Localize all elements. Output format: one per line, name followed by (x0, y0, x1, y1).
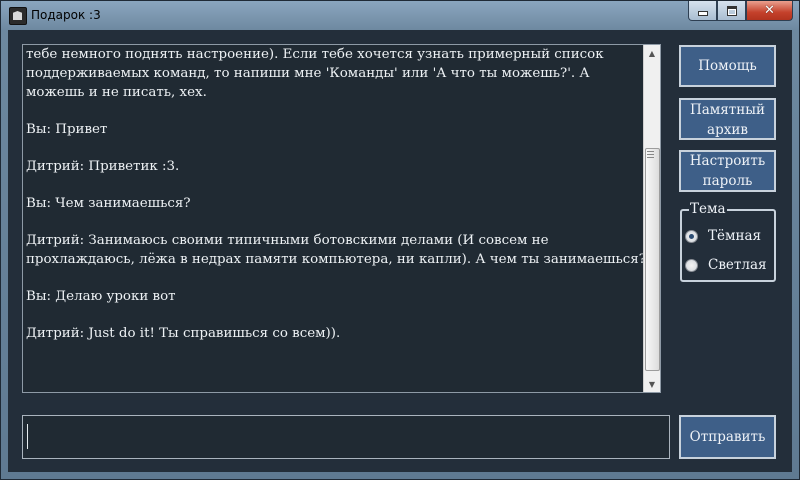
archive-label-line1: Памятный (689, 101, 766, 118)
client-area: тебе немного поднять настроение). Если т… (8, 30, 792, 472)
chat-message: Вы: Делаю уроки вот (26, 289, 176, 304)
app-window: Подарок :3 ✕ тебе немного поднять настро… (0, 0, 800, 480)
chat-message: Вы: Привет (26, 122, 108, 137)
scroll-grip-icon (647, 151, 654, 159)
close-icon: ✕ (764, 3, 775, 18)
chat-message: Дитрий: Приветик :3. (26, 159, 180, 174)
password-label-line2: пароль (702, 173, 753, 189)
close-button[interactable]: ✕ (746, 1, 793, 21)
send-button[interactable]: Отправить (679, 415, 776, 459)
memory-archive-button[interactable]: Памятный архив (679, 98, 776, 140)
title-bar[interactable]: Подарок :3 ✕ (1, 1, 799, 29)
help-button-label: Помощь (698, 58, 757, 74)
triangle-down-icon: ▼ (648, 379, 656, 389)
scroll-thumb[interactable] (645, 148, 660, 371)
maximize-button[interactable] (717, 1, 746, 21)
archive-label-line2: архив (707, 121, 748, 138)
password-settings-button[interactable]: Настроить пароль (679, 150, 776, 192)
radio-light-icon[interactable] (685, 258, 698, 272)
scroll-down-button[interactable]: ▼ (644, 376, 660, 392)
radio-dark-icon[interactable] (685, 229, 698, 243)
window-controls: ✕ (688, 1, 793, 21)
chat-messages: тебе немного поднять настроение). Если т… (26, 45, 651, 390)
chat-scrollbar[interactable]: ▲ ▼ (643, 45, 660, 392)
scroll-up-button[interactable]: ▲ (644, 45, 660, 61)
minimize-icon (697, 11, 708, 16)
theme-option-light-label: Светлая (708, 257, 767, 273)
help-button[interactable]: Помощь (679, 45, 776, 87)
theme-option-light[interactable]: Светлая (685, 257, 767, 273)
chat-message: Дитрий: Just do it! Ты справишься со все… (26, 326, 341, 341)
password-label-line1: Настроить (689, 153, 766, 169)
chat-message: Вы: Чем занимаешься? (26, 196, 191, 211)
maximize-icon (726, 5, 737, 16)
theme-legend: Тема (689, 201, 727, 217)
theme-group: Тема Тёмная Светлая (680, 201, 776, 282)
window-title: Подарок :3 (31, 8, 101, 22)
triangle-up-icon: ▲ (648, 48, 656, 58)
theme-option-dark[interactable]: Тёмная (685, 228, 761, 244)
send-button-label: Отправить (689, 429, 766, 445)
minimize-button[interactable] (688, 1, 717, 21)
theme-option-dark-label: Тёмная (708, 228, 762, 244)
gift-app-icon[interactable] (9, 7, 27, 25)
chat-history[interactable]: тебе немного поднять настроение). Если т… (22, 44, 661, 393)
chat-message: Дитрий: Занимаюсь своими типичными ботов… (26, 233, 646, 267)
text-caret (27, 424, 28, 449)
chat-message: тебе немного поднять настроение). Если т… (26, 47, 604, 100)
message-input[interactable] (22, 415, 670, 459)
